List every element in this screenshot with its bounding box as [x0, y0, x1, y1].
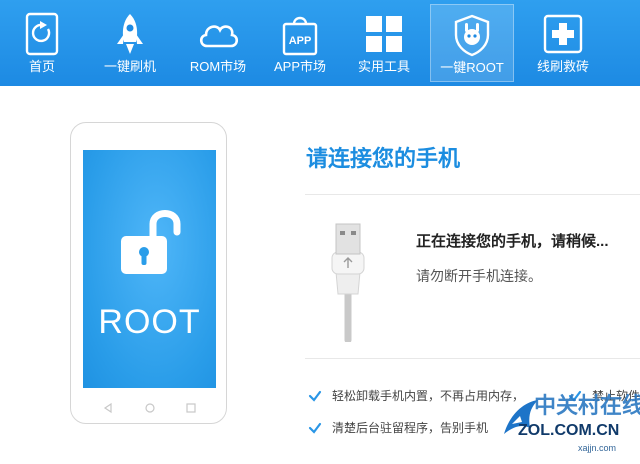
grid-icon [362, 12, 406, 56]
nav-app-market-label: APP市场 [273, 59, 326, 74]
feature-uninstall-builtin: 轻松卸载手机内置，不再占用内存， [332, 389, 525, 403]
app-bag-icon: APP [278, 12, 322, 56]
phone-screen: ROOT [83, 150, 216, 388]
nav-one-click-flash-label: 一键刷机 [103, 59, 156, 74]
top-toolbar: 首页 一键刷机 ROM市场 APP APP市场 实用工具 一键ROOT 线刷救砖 [0, 0, 640, 86]
rocket-icon [108, 12, 152, 56]
cloud-icon [196, 12, 240, 56]
divider-bottom [305, 358, 640, 359]
watermark-url: xajjn.com [578, 443, 617, 453]
nav-one-click-root[interactable]: 一键ROOT [430, 4, 514, 82]
nav-unbrick-label: 线刷救砖 [536, 59, 589, 74]
connection-hint-text: 请勿断开手机连接。 [416, 268, 542, 284]
home-icon [20, 12, 64, 56]
nav-home[interactable]: 首页 [0, 4, 84, 82]
nav-home-label: 首页 [28, 59, 55, 74]
connect-title: 请连接您的手机 [306, 146, 461, 171]
nav-app-market[interactable]: APP APP市场 [258, 4, 342, 82]
home-button-icon [143, 401, 157, 415]
nav-tools-label: 实用工具 [357, 59, 410, 74]
nav-tools[interactable]: 实用工具 [342, 4, 426, 82]
phone-illustration: ROOT [70, 122, 227, 424]
unlocked-padlock-icon [119, 202, 185, 282]
watermark-logo: 中关村在线 ZOL.COM.CN xajjn.com [500, 392, 640, 464]
divider-top [305, 194, 640, 195]
recent-apps-icon [184, 401, 198, 415]
nav-rom-market-label: ROM市场 [189, 59, 247, 74]
nav-rom-market[interactable]: ROM市场 [176, 4, 260, 82]
nav-one-click-flash[interactable]: 一键刷机 [88, 4, 172, 82]
root-shield-icon [450, 13, 494, 57]
connection-status-text: 正在连接您的手机，请稍候... [416, 233, 609, 250]
usb-cable-icon [318, 218, 378, 342]
first-aid-icon [541, 12, 585, 56]
watermark-brand-text: 中关村在线 [534, 393, 640, 418]
phone-screen-root-text: ROOT [98, 303, 201, 341]
nav-one-click-root-label: 一键ROOT [440, 60, 504, 75]
feature-clear-background: 清楚后台驻留程序，告别手机 [332, 421, 489, 435]
check-icon [308, 389, 322, 403]
watermark-domain: ZOL.COM.CN [518, 422, 620, 439]
svg-text:APP: APP [289, 35, 312, 47]
back-icon [101, 401, 115, 415]
nav-unbrick[interactable]: 线刷救砖 [521, 4, 605, 82]
check-icon [308, 421, 322, 435]
